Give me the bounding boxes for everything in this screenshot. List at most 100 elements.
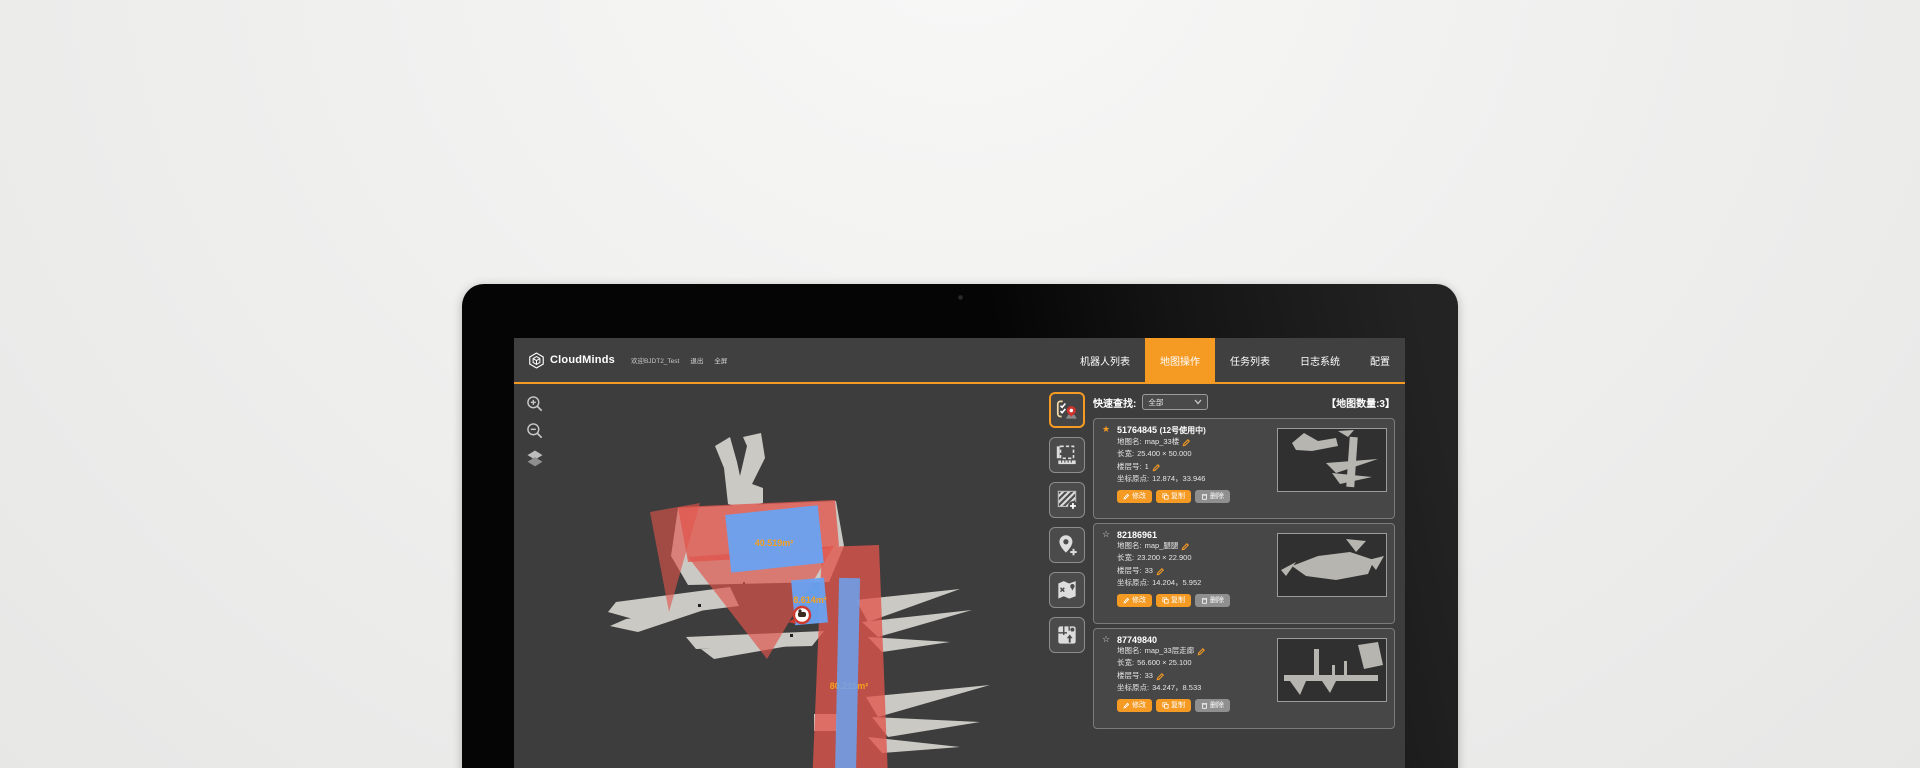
zone-area-label: 8.614m² xyxy=(793,595,827,605)
map-origin: 34.247，8.533 xyxy=(1152,682,1201,694)
map-name: map_33层走廊 xyxy=(1145,645,1195,657)
copy-icon xyxy=(1162,493,1169,500)
filter-value: 全部 xyxy=(1148,397,1163,408)
field-label: 地图名: xyxy=(1117,645,1142,657)
app-window: CloudMinds 欢迎BJDT2_Test 退出 全屏 机器人列表 地图操作… xyxy=(514,338,1405,768)
field-label: 楼层号: xyxy=(1117,565,1142,577)
map-marker-icon xyxy=(1054,577,1080,603)
edit-pencil-icon[interactable] xyxy=(1182,438,1191,447)
map-canvas[interactable]: 40.519m² 8.614m² 80.215m² xyxy=(538,396,1008,768)
map-list-panel: 快速查找: 全部 【地图数量:3】 ★ 51764845 xyxy=(1093,384,1405,768)
filter-select[interactable]: 全部 xyxy=(1142,394,1208,410)
map-panel: 40.519m² 8.614m² 80.215m² xyxy=(514,384,1041,768)
map-card[interactable]: ☆ 82186961 地图名:map_腿腿 长宽:23.200 × 22.900… xyxy=(1093,523,1395,624)
measure-region-icon xyxy=(1054,442,1080,468)
quick-search-label: 快速查找: xyxy=(1093,395,1136,410)
tool-patrol-task-map[interactable] xyxy=(1049,392,1085,428)
copy-button[interactable]: 复制 xyxy=(1156,490,1191,503)
session-bar: 欢迎BJDT2_Test 退出 全屏 xyxy=(631,355,727,365)
map-floor: 33 xyxy=(1145,565,1153,577)
map-name: map_腿腿 xyxy=(1145,540,1179,552)
field-label: 楼层号: xyxy=(1117,461,1142,473)
in-use-badge: (12号使用中) xyxy=(1160,426,1206,435)
map-origin: 14.204，5.952 xyxy=(1152,577,1201,589)
nav-task-list[interactable]: 任务列表 xyxy=(1215,338,1285,383)
fullscreen-link[interactable]: 全屏 xyxy=(714,355,727,365)
tool-map-marker[interactable] xyxy=(1049,572,1085,608)
field-label: 坐标原点: xyxy=(1117,577,1149,589)
patrol-task-map-icon xyxy=(1054,397,1080,423)
map-size: 25.400 × 50.000 xyxy=(1137,448,1191,460)
copy-button[interactable]: 复制 xyxy=(1156,699,1191,712)
edit-pencil-icon[interactable] xyxy=(1156,672,1165,681)
list-header: 快速查找: 全部 【地图数量:3】 xyxy=(1093,391,1395,413)
delete-button[interactable]: 删除 xyxy=(1195,490,1230,503)
top-nav-bar: CloudMinds 欢迎BJDT2_Test 退出 全屏 机器人列表 地图操作… xyxy=(514,338,1405,384)
map-count-label: 【地图数量:3】 xyxy=(1326,395,1395,410)
zoom-in-icon[interactable] xyxy=(525,394,545,414)
main-nav: 机器人列表 地图操作 任务列表 日志系统 配置 xyxy=(1065,338,1405,383)
add-region-icon xyxy=(1054,487,1080,513)
tool-upload-map[interactable] xyxy=(1049,617,1085,653)
map-card[interactable]: ★ 51764845 (12号使用中) 地图名:map_33楼 长宽:25.40… xyxy=(1093,418,1395,519)
map-card[interactable]: ☆ 87749840 地图名:map_33层走廊 长宽:56.600 × 25.… xyxy=(1093,628,1395,729)
map-controls xyxy=(525,394,545,468)
tool-add-hatched-region[interactable] xyxy=(1049,482,1085,518)
delete-button[interactable]: 删除 xyxy=(1195,699,1230,712)
chevron-down-icon xyxy=(1194,399,1202,405)
pencil-icon xyxy=(1123,493,1130,500)
map-floor: 33 xyxy=(1145,670,1153,682)
map-name: map_33楼 xyxy=(1145,436,1180,448)
field-label: 地图名: xyxy=(1117,540,1142,552)
star-icon[interactable]: ☆ xyxy=(1102,529,1110,540)
map-thumbnail xyxy=(1277,533,1387,597)
pencil-icon xyxy=(1123,702,1130,709)
nav-map-operations[interactable]: 地图操作 xyxy=(1145,338,1215,383)
map-shape-br-spur2 xyxy=(872,717,980,737)
layers-icon[interactable] xyxy=(525,448,545,468)
modify-button[interactable]: 修改 xyxy=(1117,594,1152,607)
upload-map-icon xyxy=(1054,622,1080,648)
delete-button[interactable]: 删除 xyxy=(1195,594,1230,607)
field-label: 坐标原点: xyxy=(1117,473,1149,485)
map-floor: 1 xyxy=(1145,461,1149,473)
map-origin: 12.874，33.946 xyxy=(1152,473,1205,485)
edit-pencil-icon[interactable] xyxy=(1197,647,1206,656)
zone-area-label: 40.519m² xyxy=(755,538,794,548)
copy-icon xyxy=(1162,597,1169,604)
edit-pencil-icon[interactable] xyxy=(1152,463,1161,472)
star-icon[interactable]: ★ xyxy=(1102,424,1110,435)
field-label: 坐标原点: xyxy=(1117,682,1149,694)
content-area: 40.519m² 8.614m² 80.215m² xyxy=(514,384,1405,768)
page-background: CloudMinds 欢迎BJDT2_Test 退出 全屏 机器人列表 地图操作… xyxy=(0,0,1920,768)
map-size: 56.600 × 25.100 xyxy=(1137,657,1191,669)
map-size: 23.200 × 22.900 xyxy=(1137,552,1191,564)
modify-button[interactable]: 修改 xyxy=(1117,699,1152,712)
modify-button[interactable]: 修改 xyxy=(1117,490,1152,503)
nav-log-system[interactable]: 日志系统 xyxy=(1285,338,1355,383)
trash-icon xyxy=(1201,702,1208,709)
field-label: 长宽: xyxy=(1117,552,1134,564)
tool-measure-region[interactable] xyxy=(1049,437,1085,473)
map-thumbnail xyxy=(1277,638,1387,702)
star-icon[interactable]: ☆ xyxy=(1102,634,1110,645)
edit-pencil-icon[interactable] xyxy=(1181,542,1190,551)
field-label: 长宽: xyxy=(1117,657,1134,669)
cloudminds-logo-icon xyxy=(528,352,545,369)
logout-link[interactable]: 退出 xyxy=(690,355,703,365)
tool-add-point[interactable] xyxy=(1049,527,1085,563)
brand: CloudMinds xyxy=(528,352,615,369)
brand-name: CloudMinds xyxy=(550,354,615,366)
nav-robot-list[interactable]: 机器人列表 xyxy=(1065,338,1145,383)
zoom-out-icon[interactable] xyxy=(525,421,545,441)
pencil-icon xyxy=(1123,597,1130,604)
welcome-text: 欢迎BJDT2_Test xyxy=(631,355,679,365)
field-label: 楼层号: xyxy=(1117,670,1142,682)
map-thumbnail xyxy=(1277,428,1387,492)
nav-settings[interactable]: 配置 xyxy=(1355,338,1405,383)
edit-pencil-icon[interactable] xyxy=(1156,567,1165,576)
map-toolbar xyxy=(1041,384,1093,768)
trash-icon xyxy=(1201,493,1208,500)
copy-button[interactable]: 复制 xyxy=(1156,594,1191,607)
map-shape-antlers xyxy=(715,433,765,508)
